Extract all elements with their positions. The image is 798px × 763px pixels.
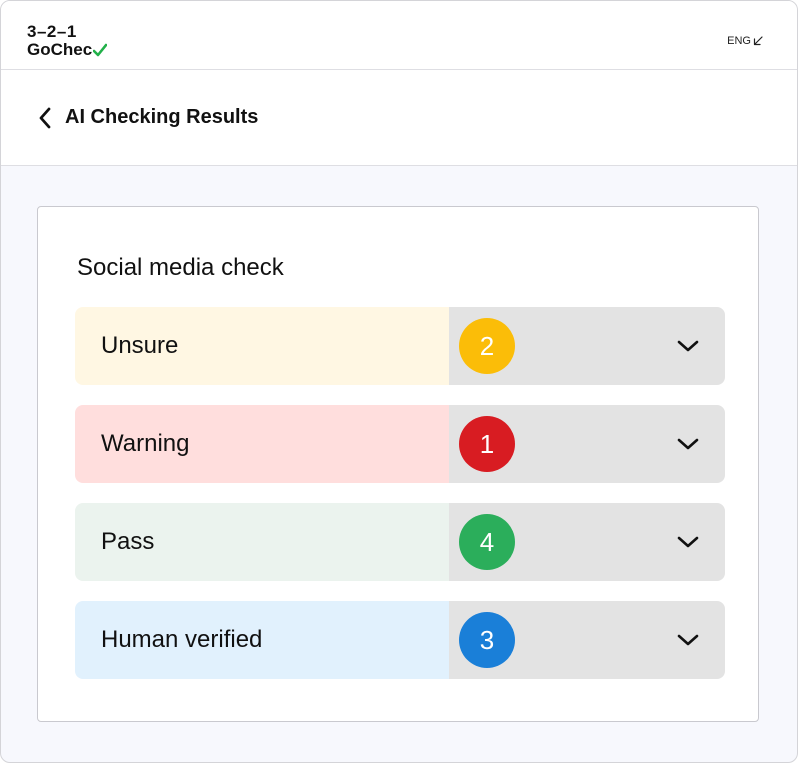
chevron-left-icon: [39, 107, 51, 128]
page-title: AI Checking Results: [65, 106, 259, 128]
logo-line-1: 3–2–1: [27, 22, 77, 41]
count-badge: 4: [459, 514, 515, 570]
chevron-down-icon: [677, 634, 699, 646]
count-badge: 3: [459, 612, 515, 668]
row-label: Human verified: [75, 601, 449, 679]
arrow-down-left-icon: [753, 36, 763, 46]
expand-button[interactable]: [677, 531, 699, 553]
expand-button[interactable]: [677, 433, 699, 455]
result-row-pass[interactable]: Pass 4: [75, 503, 725, 581]
row-label: Warning: [75, 405, 449, 483]
row-label: Pass: [75, 503, 449, 581]
top-bar: 3–2–1 GoChec ENG: [1, 1, 797, 70]
row-label: Unsure: [75, 307, 449, 385]
language-label: ENG: [727, 35, 751, 47]
row-summary: 2: [449, 307, 725, 385]
logo-check-icon: [93, 43, 108, 57]
chevron-down-icon: [677, 536, 699, 548]
title-bar: AI Checking Results: [1, 70, 797, 166]
logo-wordmark: GoChec: [27, 40, 93, 59]
expand-button[interactable]: [677, 629, 699, 651]
count-badge: 1: [459, 416, 515, 472]
chevron-down-icon: [677, 438, 699, 450]
logo-line-2: GoChec: [27, 40, 108, 59]
result-row-human-verified[interactable]: Human verified 3: [75, 601, 725, 679]
results-card: Social media check Unsure 2 Warning 1 Pa…: [37, 206, 759, 722]
language-selector[interactable]: ENG: [727, 35, 763, 47]
expand-button[interactable]: [677, 335, 699, 357]
result-row-warning[interactable]: Warning 1: [75, 405, 725, 483]
gocheck-logo[interactable]: 3–2–1 GoChec: [27, 22, 108, 59]
app-window: 3–2–1 GoChec ENG AI Checking Results Soc…: [0, 0, 798, 763]
chevron-down-icon: [677, 340, 699, 352]
result-rows: Unsure 2 Warning 1 Pass 4 Human verified…: [75, 307, 725, 699]
row-summary: 3: [449, 601, 725, 679]
count-badge: 2: [459, 318, 515, 374]
result-row-unsure[interactable]: Unsure 2: [75, 307, 725, 385]
back-button[interactable]: [35, 106, 55, 130]
row-summary: 4: [449, 503, 725, 581]
row-summary: 1: [449, 405, 725, 483]
card-title: Social media check: [77, 254, 284, 281]
